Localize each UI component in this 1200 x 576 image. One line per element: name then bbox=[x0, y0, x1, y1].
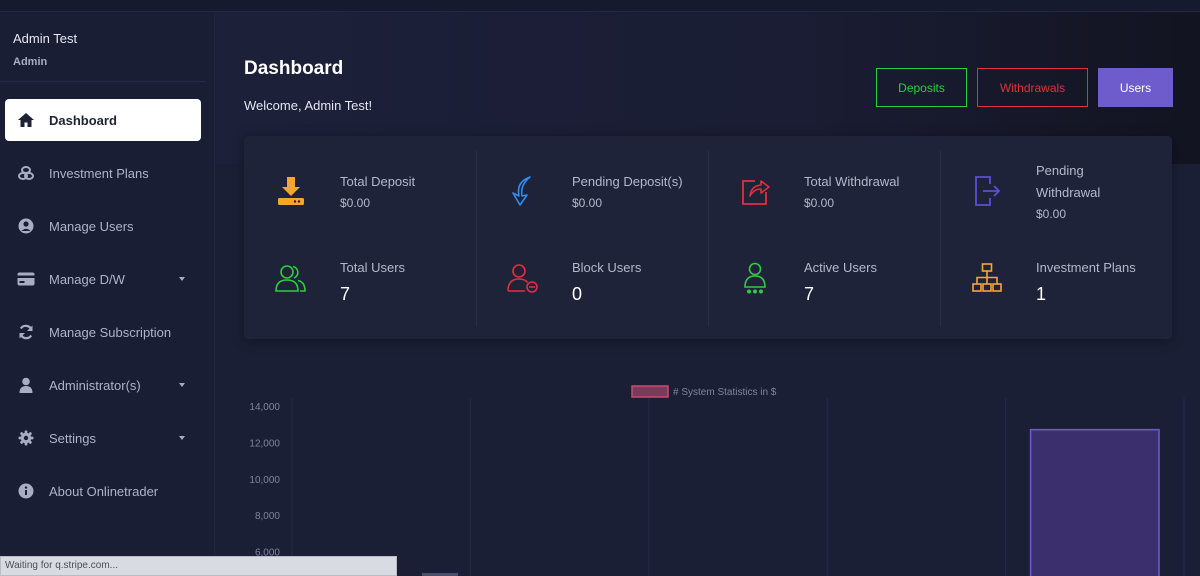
user-name: Admin Test bbox=[13, 31, 78, 46]
stat-title: Investment Plans bbox=[1036, 260, 1136, 275]
user-active-icon bbox=[738, 261, 772, 295]
stat-title-line2: Withdrawal bbox=[1036, 185, 1101, 200]
stat-title: Pending Deposit(s) bbox=[572, 174, 683, 189]
info-icon bbox=[17, 482, 35, 500]
sidebar-item-label: Manage Users bbox=[49, 218, 134, 234]
sidebar-item-manage-subscription[interactable]: Manage Subscription bbox=[5, 311, 201, 353]
stat-active-users: Active Users 7 bbox=[708, 244, 940, 334]
sidebar-item-settings[interactable]: Settings bbox=[5, 417, 201, 459]
stat-value: $0.00 bbox=[1036, 207, 1067, 221]
legend-label: # System Statistics in $ bbox=[673, 387, 777, 398]
stat-value: $0.00 bbox=[804, 196, 835, 210]
sidebar-item-label: Manage D/W bbox=[49, 271, 125, 287]
deposits-button[interactable]: Deposits bbox=[876, 68, 967, 107]
users-icon bbox=[274, 261, 308, 295]
sign-out-icon bbox=[970, 174, 1004, 208]
stat-total-withdrawal: Total Withdrawal $0.00 bbox=[708, 156, 940, 246]
stat-title: Total Deposit bbox=[340, 174, 416, 189]
stat-value: $0.00 bbox=[340, 196, 371, 210]
withdrawals-button[interactable]: Withdrawals bbox=[977, 68, 1088, 107]
sidebar-item-manage-dw[interactable]: Manage D/W bbox=[5, 258, 201, 300]
download-icon bbox=[274, 174, 308, 208]
user-role: Admin bbox=[13, 56, 48, 68]
share-out-icon bbox=[738, 174, 772, 208]
user-block: Admin Test Admin bbox=[0, 12, 206, 82]
sidebar-item-label: Settings bbox=[49, 430, 96, 446]
stat-value: 7 bbox=[804, 284, 815, 304]
welcome-text: Welcome, Admin Test! bbox=[244, 98, 373, 113]
y-tick-label: 14,000 bbox=[249, 402, 280, 413]
chevron-down-icon bbox=[179, 277, 185, 281]
user-minus-icon bbox=[506, 261, 540, 295]
top-bar bbox=[0, 0, 1200, 12]
sidebar: Admin Test Admin Dashboard Investment Pl… bbox=[0, 12, 215, 576]
stat-title: Total Withdrawal bbox=[804, 174, 900, 189]
home-icon bbox=[17, 111, 35, 129]
sidebar-item-investment-plans[interactable]: Investment Plans bbox=[5, 152, 201, 194]
stat-value: 7 bbox=[340, 284, 351, 304]
sidebar-item-dashboard[interactable]: Dashboard bbox=[5, 99, 201, 141]
stat-pending-withdrawal: Pending Withdrawal $0.00 bbox=[940, 156, 1172, 246]
stats-card: Total Deposit $0.00 Pending Deposit(s) $… bbox=[244, 136, 1172, 339]
sidebar-item-manage-users[interactable]: Manage Users bbox=[5, 205, 201, 247]
sidebar-item-label: Manage Subscription bbox=[49, 324, 172, 340]
credit-card-icon bbox=[17, 270, 35, 288]
stat-investment-plans: Investment Plans 1 bbox=[940, 244, 1172, 334]
browser-status-bar: Waiting for q.stripe.com... bbox=[0, 556, 397, 576]
stat-title: Total Users bbox=[340, 260, 406, 275]
users-button[interactable]: Users bbox=[1098, 68, 1173, 107]
refresh-icon bbox=[17, 323, 35, 341]
sidebar-item-administrators[interactable]: Administrator(s) bbox=[5, 364, 201, 406]
user-icon bbox=[17, 376, 35, 394]
legend-swatch bbox=[631, 385, 669, 398]
sidebar-item-about[interactable]: About Onlinetrader bbox=[5, 470, 201, 512]
sidebar-item-label: Administrator(s) bbox=[49, 377, 141, 393]
coins-icon bbox=[17, 164, 35, 182]
stat-total-deposit: Total Deposit $0.00 bbox=[244, 156, 476, 246]
stat-title: Block Users bbox=[572, 260, 642, 275]
stat-value: 0 bbox=[572, 284, 583, 304]
y-tick-label: 8,000 bbox=[255, 511, 280, 522]
stat-value: 1 bbox=[1036, 284, 1047, 304]
sidebar-item-label: Investment Plans bbox=[49, 165, 149, 181]
chevron-down-icon bbox=[179, 383, 185, 387]
y-tick-label: 10,000 bbox=[249, 475, 280, 486]
stat-total-users: Total Users 7 bbox=[244, 244, 476, 334]
stat-value: $0.00 bbox=[572, 196, 603, 210]
curved-arrow-down-icon bbox=[506, 174, 540, 208]
chart-bar bbox=[1029, 428, 1160, 576]
user-circle-icon bbox=[17, 217, 35, 235]
stat-pending-deposits: Pending Deposit(s) $0.00 bbox=[476, 156, 708, 246]
sidebar-nav: Dashboard Investment Plans Manage Users … bbox=[0, 99, 214, 512]
stat-title: Pending bbox=[1036, 163, 1084, 178]
sidebar-item-label: Dashboard bbox=[49, 112, 117, 128]
main-content: Dashboard Welcome, Admin Test! Deposits … bbox=[216, 12, 1200, 576]
page-title: Dashboard bbox=[244, 58, 344, 79]
y-tick-label: 12,000 bbox=[249, 438, 280, 449]
sidebar-item-label: About Onlinetrader bbox=[49, 483, 159, 499]
statistics-chart: 14,000 12,000 10,000 8,000 6,000 # System Sta… bbox=[216, 362, 1200, 576]
sitemap-icon bbox=[970, 261, 1004, 295]
stat-title: Active Users bbox=[804, 260, 877, 275]
chevron-down-icon bbox=[179, 436, 185, 440]
chart-svg: 14,00012,00010,0008,0006,000# System Sta… bbox=[249, 385, 1185, 576]
stat-block-users: Block Users 0 bbox=[476, 244, 708, 334]
gear-icon bbox=[17, 429, 35, 447]
